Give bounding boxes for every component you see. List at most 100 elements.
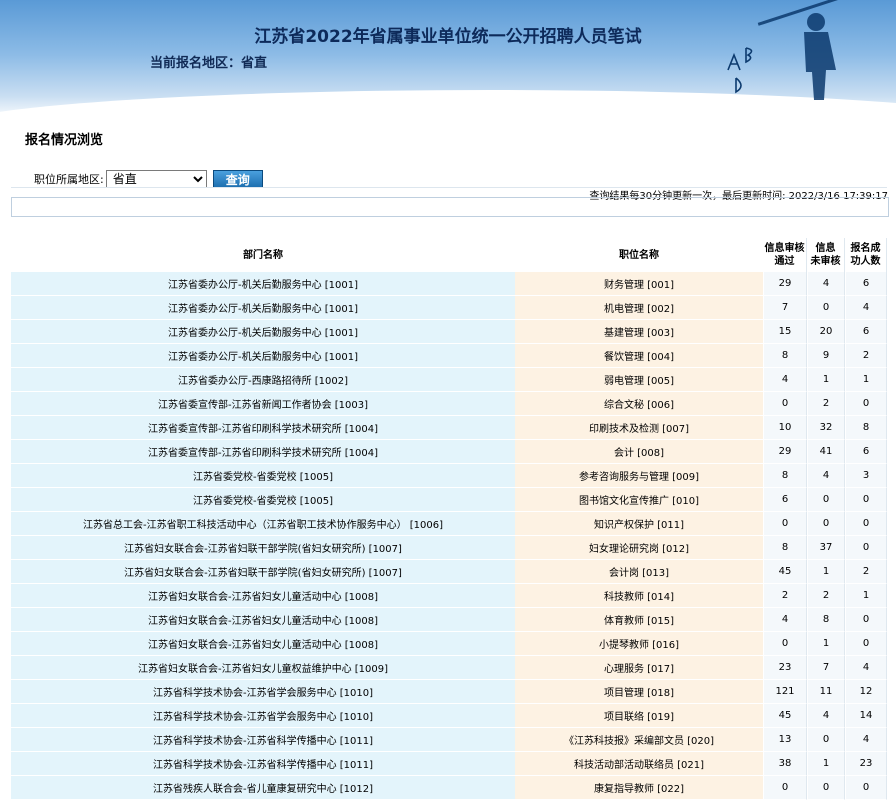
dept-cell: 江苏省科学技术协会-江苏省科学传播中心 [1011] [11,728,515,752]
pending-count-cell: 2 [807,392,845,416]
position-cell: 参考咨询服务与管理 [009] [515,464,763,488]
position-cell: 体育教师 [015] [515,608,763,632]
header-banner: 江苏省2022年省属事业单位统一公开招聘人员笔试 当前报名地区：省直 [0,0,896,120]
passed-count-cell: 7 [763,296,807,320]
table-row: 江苏省妇女联合会-江苏省妇女儿童活动中心 [1008] 科技教师 [014] 2 2 1 [11,584,887,608]
dept-cell: 江苏省妇女联合会-江苏省妇联干部学院(省妇女研究所) [1007] [11,536,515,560]
pending-count-cell: 4 [807,272,845,296]
position-cell: 基建管理 [003] [515,320,763,344]
position-cell: 知识产权保护 [011] [515,512,763,536]
pending-count-cell: 0 [807,776,845,800]
table-row: 江苏省委宣传部-江苏省印刷科学技术研究所 [1004] 会计 [008] 29 41 6 [11,440,887,464]
success-count-cell: 4 [845,728,887,752]
region-filter-label: 职位所属地区: [34,173,104,186]
col-header-dept: 部门名称 [11,238,515,272]
success-count-cell: 0 [845,608,887,632]
table-row: 江苏省科学技术协会-江苏省学会服务中心 [1010] 项目管理 [018] 121 1… [11,680,887,704]
table-row: 江苏省残疾人联合会-省儿童康复研究中心 [1012] 康复指导教师 [022] 0 0… [11,776,887,800]
position-cell: 妇女理论研究岗 [012] [515,536,763,560]
table-row: 江苏省委宣传部-江苏省新闻工作者协会 [1003] 综合文秘 [006] 0 2 0 [11,392,887,416]
table-row: 江苏省委办公厅-西康路招待所 [1002] 弱电管理 [005] 4 1 1 [11,368,887,392]
table-row: 江苏省委办公厅-机关后勤服务中心 [1001] 餐饮管理 [004] 8 9 2 [11,344,887,368]
position-cell: 科技活动部活动联络员 [021] [515,752,763,776]
pending-count-cell: 1 [807,752,845,776]
position-cell: 财务管理 [001] [515,272,763,296]
dept-cell: 江苏省妇女联合会-江苏省妇女儿童活动中心 [1008] [11,608,515,632]
success-count-cell: 0 [845,632,887,656]
position-cell: 项目联络 [019] [515,704,763,728]
col-header-success: 报名成 功人数 [845,238,887,272]
dept-cell: 江苏省总工会-江苏省职工科技活动中心（江苏省职工技术协作服务中心） [1006] [11,512,515,536]
passed-count-cell: 0 [763,632,807,656]
dept-cell: 江苏省委办公厅-机关后勤服务中心 [1001] [11,272,515,296]
pending-count-cell: 9 [807,344,845,368]
success-count-cell: 4 [845,656,887,680]
table-row: 江苏省委宣传部-江苏省印刷科学技术研究所 [1004] 印刷技术及检测 [007]… [11,416,887,440]
dept-cell: 江苏省科学技术协会-江苏省科学传播中心 [1011] [11,752,515,776]
position-cell: 《江苏科技报》采编部文员 [020] [515,728,763,752]
passed-count-cell: 29 [763,440,807,464]
success-count-cell: 2 [845,560,887,584]
success-count-cell: 1 [845,368,887,392]
success-count-cell: 8 [845,416,887,440]
filter-bar: 职位所属地区: 省直 查询 [34,170,263,188]
pending-count-cell: 1 [807,368,845,392]
section-title: 报名情况浏览 [25,133,104,148]
pending-count-cell: 20 [807,320,845,344]
dept-cell: 江苏省委宣传部-江苏省新闻工作者协会 [1003] [11,392,515,416]
pending-count-cell: 41 [807,440,845,464]
passed-count-cell: 38 [763,752,807,776]
success-count-cell: 4 [845,296,887,320]
passed-count-cell: 45 [763,704,807,728]
pending-count-cell: 32 [807,416,845,440]
passed-count-cell: 4 [763,368,807,392]
passed-count-cell: 8 [763,464,807,488]
success-count-cell: 6 [845,320,887,344]
dept-cell: 江苏省妇女联合会-江苏省妇女儿童活动中心 [1008] [11,632,515,656]
info-bar [11,197,889,217]
position-cell: 机电管理 [002] [515,296,763,320]
passed-count-cell: 0 [763,392,807,416]
passed-count-cell: 10 [763,416,807,440]
table-row: 江苏省委办公厅-机关后勤服务中心 [1001] 财务管理 [001] 29 4 6 [11,272,887,296]
registration-table: 部门名称 职位名称 信息审核 通过 信息 未审核 报名成 功人数 江苏省委办公厅-机关… [11,238,887,800]
region-select[interactable]: 省直 [105,170,207,188]
pending-count-cell: 8 [807,608,845,632]
dept-cell: 江苏省委宣传部-江苏省印刷科学技术研究所 [1004] [11,416,515,440]
passed-count-cell: 121 [763,680,807,704]
table-row: 江苏省妇女联合会-江苏省妇女儿童权益维护中心 [1009] 心理服务 [017] 2… [11,656,887,680]
table-row: 江苏省妇女联合会-江苏省妇女儿童活动中心 [1008] 小提琴教师 [016] 0 1… [11,632,887,656]
position-cell: 项目管理 [018] [515,680,763,704]
table-header-row: 部门名称 职位名称 信息审核 通过 信息 未审核 报名成 功人数 [11,238,887,272]
pending-count-cell: 4 [807,704,845,728]
success-count-cell: 0 [845,776,887,800]
pending-count-cell: 0 [807,512,845,536]
table-row: 江苏省科学技术协会-江苏省科学传播中心 [1011] 科技活动部活动联络员 [02… [11,752,887,776]
success-count-cell: 6 [845,440,887,464]
current-region: 当前报名地区：省直 [150,56,268,71]
position-cell: 会计 [008] [515,440,763,464]
passed-count-cell: 45 [763,560,807,584]
dept-cell: 江苏省科学技术协会-江苏省学会服务中心 [1010] [11,704,515,728]
passed-count-cell: 8 [763,536,807,560]
table-row: 江苏省委党校-省委党校 [1005] 参考咨询服务与管理 [009] 8 4 3 [11,464,887,488]
dept-cell: 江苏省残疾人联合会-省儿童康复研究中心 [1012] [11,776,515,800]
position-cell: 餐饮管理 [004] [515,344,763,368]
pending-count-cell: 37 [807,536,845,560]
dept-cell: 江苏省科学技术协会-江苏省学会服务中心 [1010] [11,680,515,704]
pending-count-cell: 4 [807,464,845,488]
dept-cell: 江苏省妇女联合会-江苏省妇女儿童权益维护中心 [1009] [11,656,515,680]
table-row: 江苏省科学技术协会-江苏省科学传播中心 [1011] 《江苏科技报》采编部文员 [… [11,728,887,752]
dept-cell: 江苏省委办公厅-机关后勤服务中心 [1001] [11,320,515,344]
col-header-pending: 信息 未审核 [807,238,845,272]
query-button[interactable]: 查询 [212,170,263,188]
dept-cell: 江苏省妇女联合会-江苏省妇女儿童活动中心 [1008] [11,584,515,608]
passed-count-cell: 0 [763,512,807,536]
dept-cell: 江苏省委党校-省委党校 [1005] [11,464,515,488]
position-cell: 综合文秘 [006] [515,392,763,416]
table-row: 江苏省妇女联合会-江苏省妇女儿童活动中心 [1008] 体育教师 [015] 4 8 0 [11,608,887,632]
pending-count-cell: 11 [807,680,845,704]
table-row: 江苏省科学技术协会-江苏省学会服务中心 [1010] 项目联络 [019] 45 4 1… [11,704,887,728]
passed-count-cell: 0 [763,776,807,800]
passed-count-cell: 4 [763,608,807,632]
